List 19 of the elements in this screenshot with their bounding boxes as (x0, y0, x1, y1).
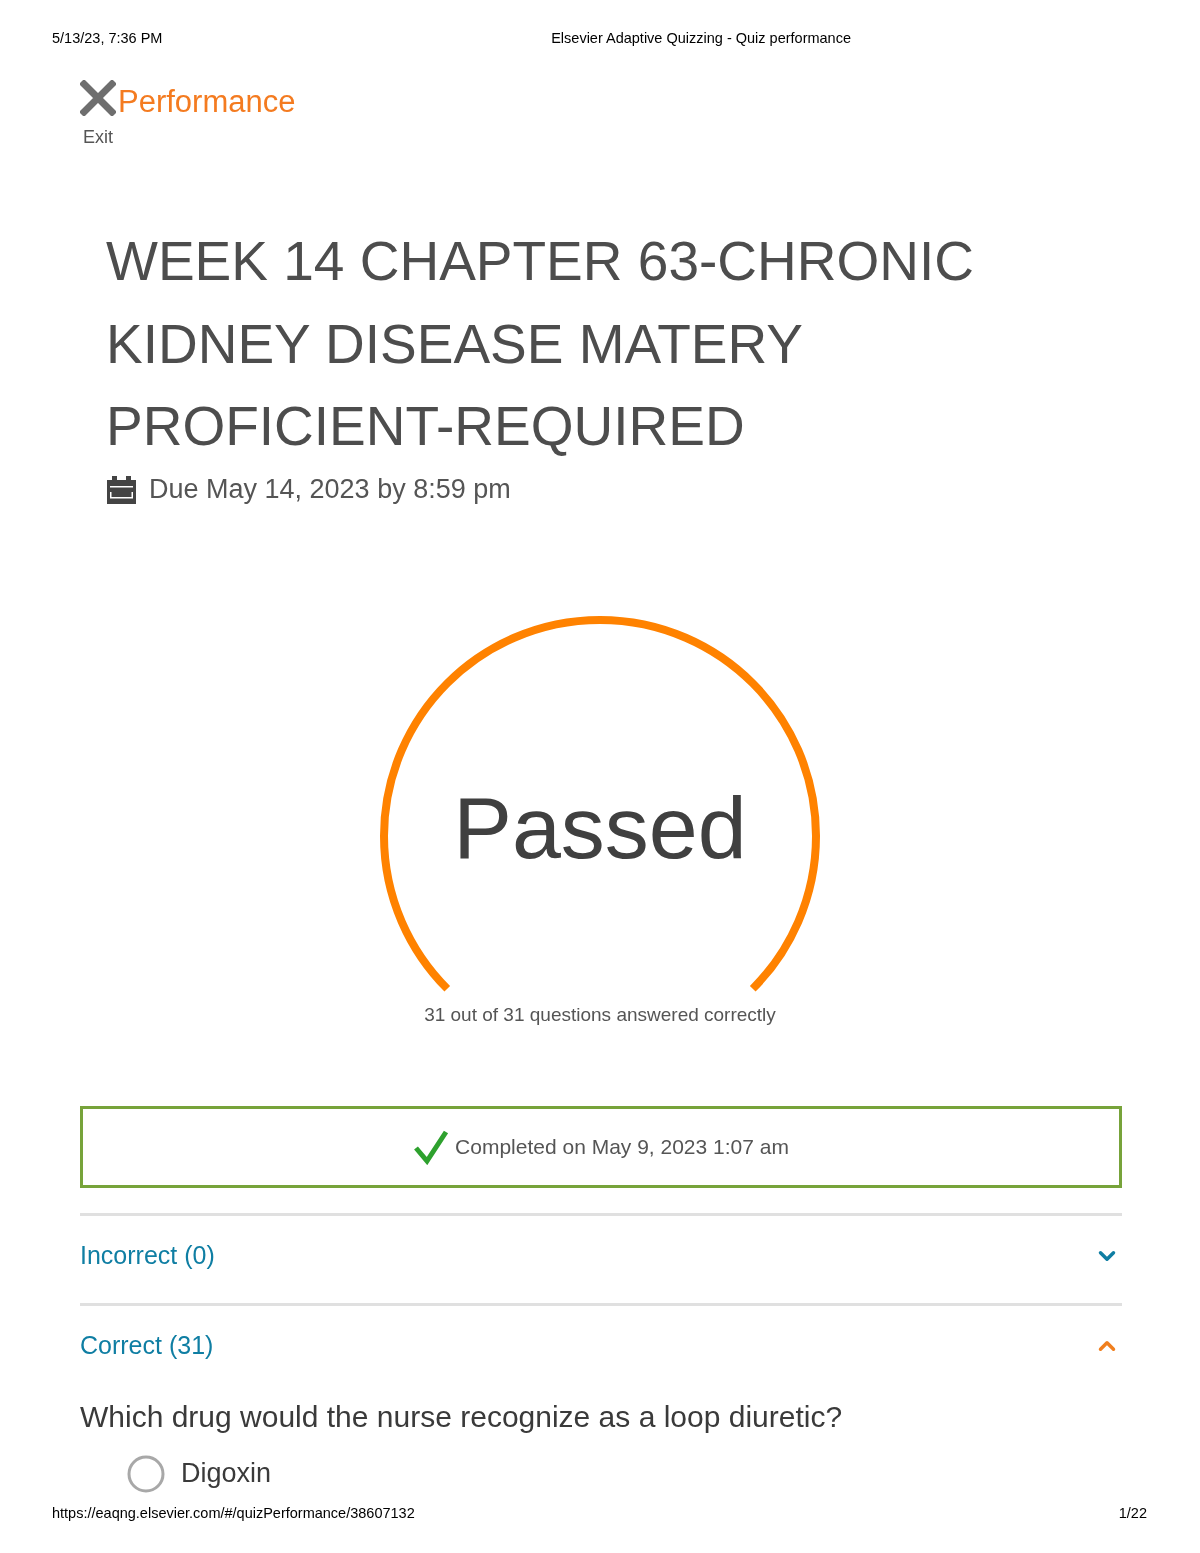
exit-button[interactable]: Exit (80, 80, 116, 148)
page-heading: Performance (118, 84, 296, 120)
radio-button[interactable] (127, 1454, 165, 1493)
completion-text: Completed on May 9, 2023 1:07 am (455, 1133, 789, 1160)
quiz-title: WEEK 14 CHAPTER 63-CHRONIC KIDNEY DISEASE MATERY PROFICIENT-REQUIRED (106, 229, 975, 459)
checkmark-icon (413, 1128, 450, 1165)
print-title: Elsevier Adaptive Quizzing - Quiz performance (551, 30, 851, 46)
section-toggle[interactable]: Correct (31) (80, 1305, 1122, 1393)
question-text: Which drug would the nurse recognize as a loop diuretic? (80, 1398, 844, 1435)
result-status: Passed (453, 776, 747, 879)
section-toggle[interactable]: Incorrect (0) (80, 1215, 1122, 1303)
score-summary: 31 out of 31 questions answered correctly (424, 1002, 776, 1027)
close-icon (80, 80, 116, 116)
page-url: https://eaqng.elsevier.com/#/quizPerformance/38607132 (52, 1505, 415, 1521)
calendar-icon (107, 475, 136, 504)
page-number: 1/22 (1118, 1505, 1147, 1521)
print-date: 5/13/23, 7:36 PM (52, 30, 163, 46)
due-date: Due May 14, 2023 by 8:59 pm (149, 473, 511, 507)
option-label: Digoxin (181, 1457, 272, 1491)
